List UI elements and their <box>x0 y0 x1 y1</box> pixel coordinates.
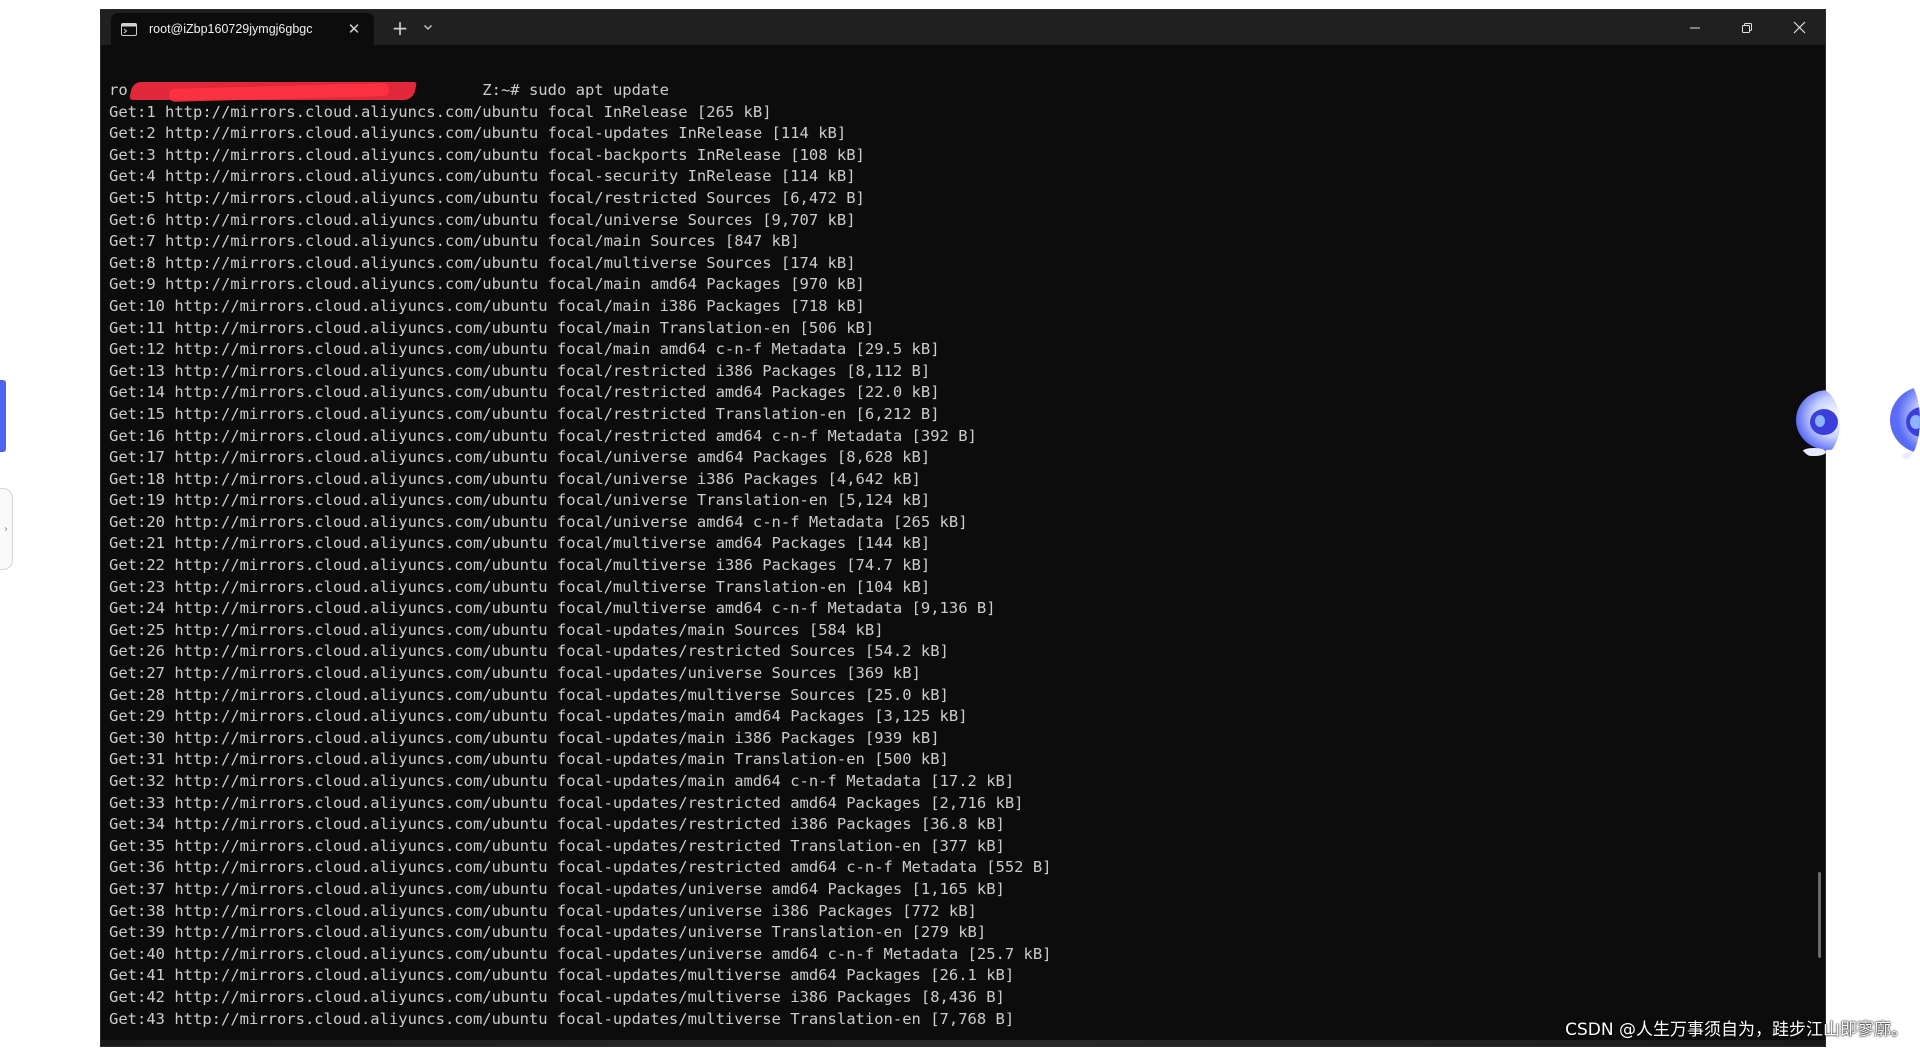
minimize-button[interactable] <box>1669 10 1721 45</box>
terminal-icon <box>121 22 137 36</box>
output-line: Get:31 http://mirrors.cloud.aliyuncs.com… <box>109 750 949 769</box>
terminal-output[interactable]: ro Z:~# sudo apt update Get:1 http://mir… <box>109 80 1809 1046</box>
maximize-button[interactable] <box>1721 10 1773 45</box>
output-line: Get:17 http://mirrors.cloud.aliyuncs.com… <box>109 448 931 467</box>
output-line: Get:36 http://mirrors.cloud.aliyuncs.com… <box>109 858 1052 877</box>
output-line: Get:26 http://mirrors.cloud.aliyuncs.com… <box>109 642 949 661</box>
scrollbar-thumb[interactable] <box>1818 872 1821 958</box>
minimize-icon <box>1690 27 1700 28</box>
close-tab-button[interactable]: ✕ <box>345 20 363 38</box>
side-collapse-handle[interactable]: › <box>0 488 13 570</box>
output-line: Get:25 http://mirrors.cloud.aliyuncs.com… <box>109 620 884 639</box>
assistant-avatar-icon[interactable] <box>1888 380 1920 460</box>
output-line: Get:34 http://mirrors.cloud.aliyuncs.com… <box>109 815 1005 834</box>
output-line: Get:19 http://mirrors.cloud.aliyuncs.com… <box>109 491 931 510</box>
command-text: sudo apt update <box>528 81 669 99</box>
output-line: Get:18 http://mirrors.cloud.aliyuncs.com… <box>109 469 921 488</box>
output-line: Get:15 http://mirrors.cloud.aliyuncs.com… <box>109 404 940 423</box>
chevron-down-icon <box>424 25 432 30</box>
output-line: Get:41 http://mirrors.cloud.aliyuncs.com… <box>109 966 1015 985</box>
side-accent-strip <box>0 380 6 452</box>
output-line: Get:9 http://mirrors.cloud.aliyuncs.com/… <box>109 275 865 294</box>
output-line: Get:7 http://mirrors.cloud.aliyuncs.com/… <box>109 232 800 251</box>
prompt-suffix: Z:~# <box>482 81 529 99</box>
page: › root@iZbp160729jymgj6gbgc ✕ + ro Z:~# … <box>0 0 1920 1050</box>
terminal-window: root@iZbp160729jymgj6gbgc ✕ + ro Z:~# su… <box>101 10 1825 1046</box>
output-line: Get:20 http://mirrors.cloud.aliyuncs.com… <box>109 512 968 531</box>
output-line: Get:4 http://mirrors.cloud.aliyuncs.com/… <box>109 167 856 186</box>
output-line: Get:24 http://mirrors.cloud.aliyuncs.com… <box>109 599 996 618</box>
terminal-tab[interactable]: root@iZbp160729jymgj6gbgc ✕ <box>111 13 374 45</box>
window-bottom-edge <box>101 1040 1825 1046</box>
output-line: Get:3 http://mirrors.cloud.aliyuncs.com/… <box>109 145 865 164</box>
watermark: CSDN @人生万事须自为，跬步江山即寥廓。 <box>1565 1020 1908 1040</box>
output-line: Get:40 http://mirrors.cloud.aliyuncs.com… <box>109 944 1052 963</box>
output-line: Get:42 http://mirrors.cloud.aliyuncs.com… <box>109 987 1005 1006</box>
output-line: Get:6 http://mirrors.cloud.aliyuncs.com/… <box>109 210 856 229</box>
output-line: Get:11 http://mirrors.cloud.aliyuncs.com… <box>109 318 875 337</box>
tab-dropdown-button[interactable] <box>415 16 441 40</box>
restore-icon <box>1742 22 1752 33</box>
output-line: Get:28 http://mirrors.cloud.aliyuncs.com… <box>109 685 949 704</box>
output-line: Get:5 http://mirrors.cloud.aliyuncs.com/… <box>109 188 865 207</box>
output-line: Get:8 http://mirrors.cloud.aliyuncs.com/… <box>109 253 856 272</box>
output-line: Get:13 http://mirrors.cloud.aliyuncs.com… <box>109 361 931 380</box>
output-line: Get:1 http://mirrors.cloud.aliyuncs.com/… <box>109 102 772 121</box>
window-controls <box>1669 10 1825 45</box>
prompt-user: ro <box>109 81 128 99</box>
output-line: Get:29 http://mirrors.cloud.aliyuncs.com… <box>109 707 968 726</box>
output-line: Get:38 http://mirrors.cloud.aliyuncs.com… <box>109 901 977 920</box>
close-window-button[interactable] <box>1773 10 1825 45</box>
output-line: Get:14 http://mirrors.cloud.aliyuncs.com… <box>109 383 940 402</box>
output-line: Get:33 http://mirrors.cloud.aliyuncs.com… <box>109 793 1024 812</box>
output-line: Get:12 http://mirrors.cloud.aliyuncs.com… <box>109 340 940 359</box>
output-lines: Get:1 http://mirrors.cloud.aliyuncs.com/… <box>109 102 1809 1031</box>
output-line: Get:22 http://mirrors.cloud.aliyuncs.com… <box>109 556 931 575</box>
output-line: Get:43 http://mirrors.cloud.aliyuncs.com… <box>109 1009 1015 1028</box>
output-line: Get:35 http://mirrors.cloud.aliyuncs.com… <box>109 836 1005 855</box>
output-line: Get:21 http://mirrors.cloud.aliyuncs.com… <box>109 534 931 553</box>
output-line: Get:10 http://mirrors.cloud.aliyuncs.com… <box>109 296 865 315</box>
output-line: Get:37 http://mirrors.cloud.aliyuncs.com… <box>109 879 1005 898</box>
output-line: Get:30 http://mirrors.cloud.aliyuncs.com… <box>109 728 940 747</box>
output-line: Get:32 http://mirrors.cloud.aliyuncs.com… <box>109 772 1015 790</box>
title-bar[interactable]: root@iZbp160729jymgj6gbgc ✕ + <box>101 10 1825 45</box>
output-line: Get:23 http://mirrors.cloud.aliyuncs.com… <box>109 577 931 596</box>
output-line: Get:16 http://mirrors.cloud.aliyuncs.com… <box>109 426 977 445</box>
tab-title: root@iZbp160729jymgj6gbgc <box>149 22 313 36</box>
output-line: Get:2 http://mirrors.cloud.aliyuncs.com/… <box>109 124 847 143</box>
new-tab-button[interactable]: + <box>387 16 413 40</box>
output-line: Get:39 http://mirrors.cloud.aliyuncs.com… <box>109 923 987 942</box>
prompt-line: ro Z:~# sudo apt update <box>109 80 1809 102</box>
close-icon <box>1793 21 1805 34</box>
assistant-avatar-icon[interactable] <box>1794 388 1840 458</box>
output-line: Get:27 http://mirrors.cloud.aliyuncs.com… <box>109 664 921 683</box>
